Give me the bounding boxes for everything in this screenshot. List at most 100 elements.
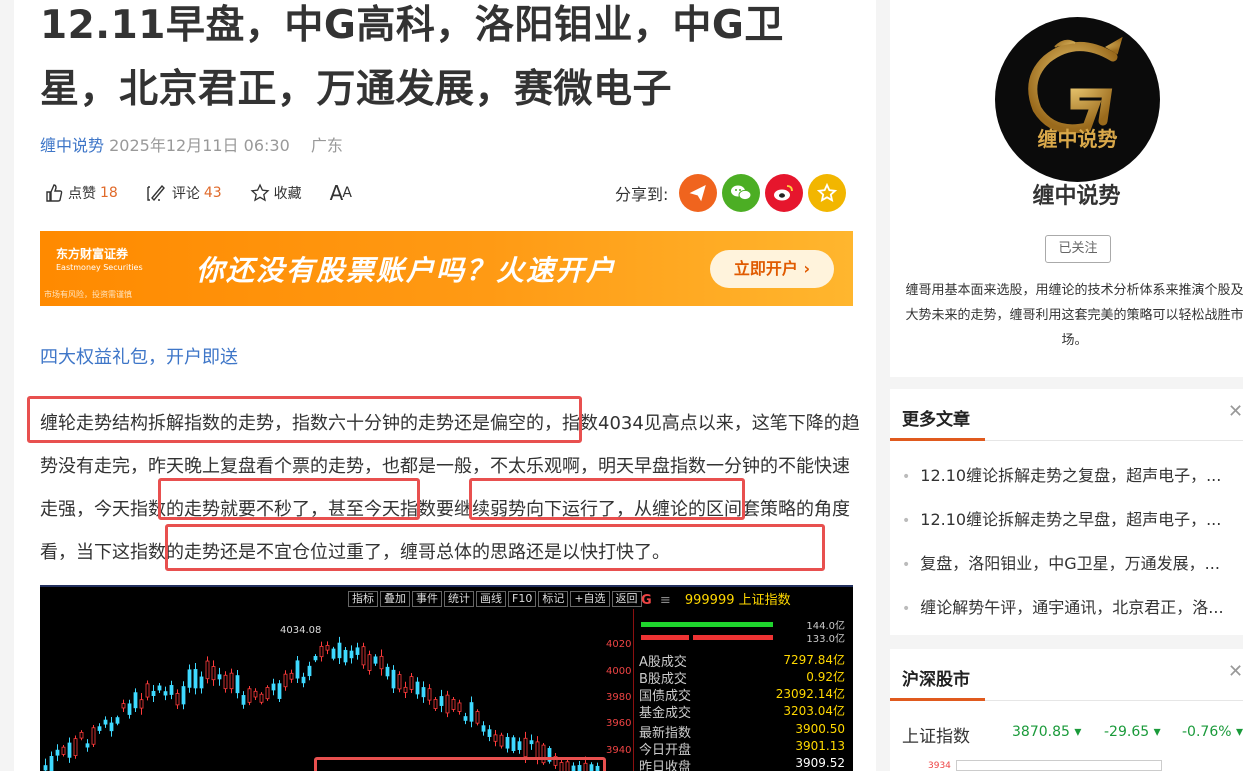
font-size-button[interactable]: AA [329, 181, 352, 205]
index-row: 国债成交 23092.14亿 [639, 685, 849, 704]
avatar-text: 缠中说势 [1037, 127, 1118, 151]
article-list-item[interactable]: • 12.10缠论拆解走势之早盘，超声电子，... [902, 506, 1243, 530]
candle-body [271, 683, 276, 691]
like-button[interactable]: 点赞 18 [44, 183, 118, 203]
chart-toolbar: 指标 叠加 事件 统计 画线 F10 标记 +自选 返回 [348, 591, 644, 607]
ad-banner[interactable]: 东方财富证券 Eastmoney Securities 市场有风险，投资需谨慎 … [40, 231, 853, 306]
index-row: 最新指数 3900.50 [639, 722, 849, 741]
candle-body [79, 731, 84, 739]
candle-body [469, 702, 474, 722]
index-row-value: 3203.04亿 [783, 704, 845, 718]
article-list-title: 12.10缠论拆解走势之复盘，超声电子，... [920, 466, 1222, 485]
open-account-button[interactable]: 立即开户 › [710, 250, 834, 288]
candle-body [421, 687, 426, 698]
comment-button[interactable]: 评论 43 [146, 183, 222, 203]
index-row-value: 3901.13 [795, 739, 845, 753]
promo-link[interactable]: 四大权益礼包，开户即送 [40, 343, 238, 369]
candle-body [319, 645, 324, 658]
index-row: 昨日收盘 3909.52 [639, 756, 849, 771]
more-articles-card: 更多文章 ✕ • 12.10缠论拆解走势之复盘，超声电子，... • 12.10缠论… [890, 389, 1243, 635]
candle-body [475, 711, 480, 724]
chart-tool-4[interactable]: 画线 [476, 591, 506, 607]
author-description: 缠哥用基本面来选股，用缠论的技术分析体系来推演个股及大势未来的走势，缠哥利用这套… [905, 283, 1243, 348]
chart-tool-0[interactable]: 指标 [348, 591, 378, 607]
candle-body [97, 726, 102, 731]
index-row-label: 昨日收盘 [639, 760, 692, 771]
index-row-value: 7297.84亿 [783, 653, 845, 667]
candle-body [193, 669, 198, 689]
page: 12.11早盘，中G高科，洛阳钼业，中G卫星，北京君正，万通发展，赛微电子 缠中… [0, 0, 1243, 771]
candle-body [457, 702, 462, 712]
candle-body [73, 738, 78, 756]
candle-body [235, 675, 240, 694]
bullet-icon: • [902, 513, 911, 529]
chart-tool-7[interactable]: +自选 [570, 591, 610, 607]
candle-body [211, 666, 216, 681]
candle-body [181, 686, 186, 705]
candle-body [451, 698, 456, 710]
candle-body [373, 656, 378, 664]
share-weibo-button[interactable] [765, 174, 804, 212]
candle-body [283, 673, 288, 688]
candle-body [301, 676, 306, 684]
y-label-2: 3980 [606, 692, 632, 703]
candle-body [205, 660, 210, 680]
candle-body [379, 655, 384, 670]
banner-risk-note: 市场有风险，投资需谨慎 [44, 290, 132, 299]
candle-body [175, 693, 180, 706]
index-row-value: 3900.50 [795, 722, 845, 736]
candle-body [157, 685, 162, 691]
comment-edit-icon [147, 184, 165, 202]
publish-location: 广东 [310, 136, 343, 155]
share-wechat-button[interactable] [722, 174, 761, 212]
index-info-panel: G ≡ 999999 上证指数 144.0亿 133.0亿 A股成交 7297.8… [637, 587, 853, 771]
candle-body [433, 699, 438, 709]
author-name[interactable]: 缠中说势 [890, 178, 1243, 210]
candle-body [535, 741, 540, 759]
share-label: 分享到: [615, 185, 669, 204]
share-qzone-button[interactable] [808, 174, 847, 212]
chart-tool-2[interactable]: 事件 [412, 591, 442, 607]
follow-button[interactable]: 已关注 [1045, 235, 1111, 263]
close-icon[interactable]: ✕ [1228, 661, 1243, 682]
candle-body [145, 683, 150, 698]
chart-tool-6[interactable]: 标记 [538, 591, 569, 607]
index-panel-header: G ≡ 999999 上证指数 [637, 587, 853, 615]
favorite-button[interactable]: 收藏 [250, 183, 302, 203]
candle-body [55, 749, 60, 756]
index-row-value: 0.92亿 [806, 670, 845, 684]
article-list-item[interactable]: • 复盘，洛阳钼业，中G卫星，万通发展，... [902, 550, 1243, 574]
candle-body [445, 694, 450, 714]
mini-index-chart [956, 760, 1162, 771]
candle-body [187, 669, 192, 688]
index-menu-icon[interactable]: ≡ [660, 593, 671, 608]
candle-body [121, 703, 126, 709]
article-list-item[interactable]: • 12.10缠论拆解走势之复盘，超声电子，... [902, 462, 1243, 486]
bar-value-row-0: 144.0亿 [639, 617, 849, 632]
publish-datetime: 2025年12月11日 06:30 [109, 136, 290, 155]
candle-body [199, 676, 204, 689]
star-icon [250, 183, 270, 202]
chart-tool-1[interactable]: 叠加 [380, 591, 410, 607]
candle-body [427, 688, 432, 701]
author-avatar[interactable]: 缠中说势 [995, 17, 1160, 182]
close-icon[interactable]: ✕ [1228, 401, 1243, 422]
font-size-big: A [329, 181, 344, 205]
index-row-label: 基金成交 [639, 706, 692, 721]
chart-tool-3[interactable]: 统计 [444, 591, 474, 607]
author-link[interactable]: 缠中说势 [40, 136, 104, 155]
article-main: 12.11早盘，中G高科，洛阳钼业，中G卫星，北京君正，万通发展，赛微电子 缠中… [14, 0, 876, 771]
chart-tool-5[interactable]: F10 [508, 591, 537, 607]
candle-body [265, 687, 270, 700]
candle-body [259, 693, 264, 703]
article-list-title: 缠论解势午评，通宇通讯，北京君正，洛... [920, 598, 1224, 617]
candle-body [85, 743, 90, 748]
article-list-item[interactable]: • 缠论解势午评，通宇通讯，北京君正，洛... [902, 594, 1243, 618]
index-quote-change: -29.65 ▾ [1104, 724, 1161, 740]
candle-body [127, 703, 132, 715]
index-quote-row[interactable]: 上证指数 3870.85 ▾ -29.65 ▾ -0.76% ▾ [902, 722, 1243, 747]
article-meta: 缠中说势 2025年12月11日 06:30 广东 [40, 132, 343, 156]
highlight-box-1 [27, 396, 582, 443]
share-telegram-button[interactable] [679, 174, 718, 212]
market-card: 沪深股市 ✕ [890, 649, 1243, 771]
